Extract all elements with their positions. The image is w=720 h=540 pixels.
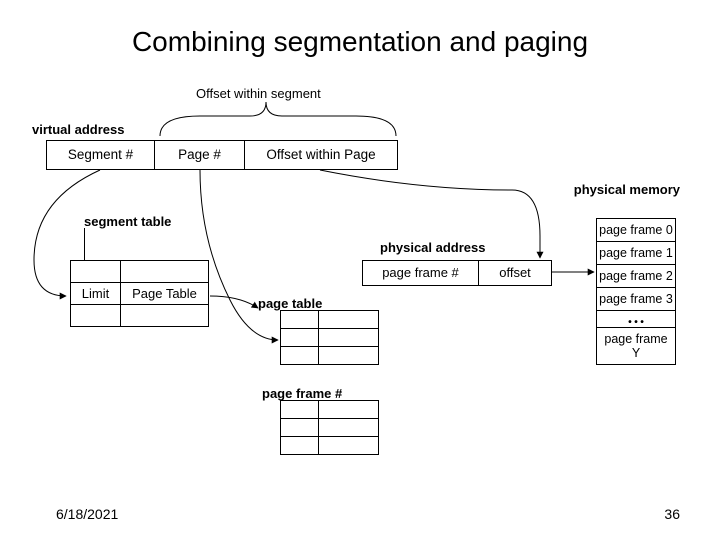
page-title: Combining segmentation and paging: [0, 26, 720, 58]
pa-pageframe-cell: page frame #: [363, 261, 479, 285]
pmem-ellipsis: …: [597, 311, 675, 328]
pmem-frame: page frame 1: [597, 242, 675, 265]
va-page-cell: Page #: [155, 141, 245, 169]
pmem-frame: page frame 2: [597, 265, 675, 288]
segment-table-limit: Limit: [71, 283, 121, 305]
virtual-address-strip: Segment # Page # Offset within Page: [46, 140, 398, 170]
footer-page-number: 36: [664, 506, 680, 522]
physical-address-strip: page frame # offset: [362, 260, 552, 286]
label-offset-within-segment: Offset within segment: [196, 86, 321, 101]
page-table-upper: [280, 310, 379, 365]
label-page-frame-num: page frame #: [262, 386, 342, 401]
label-segment-table: segment table: [84, 214, 171, 229]
page-table-lower: [280, 400, 379, 455]
segment-table-ptbl: Page Table: [121, 283, 209, 305]
pmem-frame: page frame 0: [597, 219, 675, 242]
physical-memory-column: page frame 0 page frame 1 page frame 2 p…: [596, 218, 676, 365]
segment-table: Limit Page Table: [70, 260, 209, 327]
label-physical-address: physical address: [380, 240, 486, 255]
pmem-frame-last: page frame Y: [597, 328, 675, 364]
label-page-table: page table: [258, 296, 322, 311]
va-segment-cell: Segment #: [47, 141, 155, 169]
va-offset-cell: Offset within Page: [245, 141, 397, 169]
footer-date: 6/18/2021: [56, 506, 118, 522]
label-physical-memory: physical memory: [574, 182, 680, 197]
pa-offset-cell: offset: [479, 261, 551, 285]
connector-line: [84, 228, 85, 261]
label-virtual-address: virtual address: [32, 122, 125, 137]
